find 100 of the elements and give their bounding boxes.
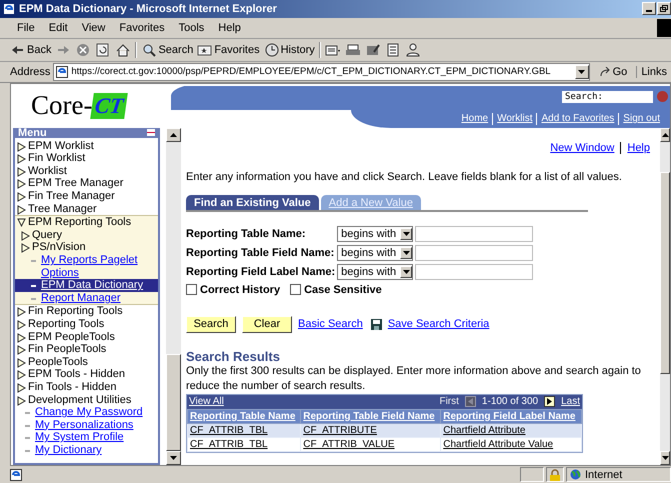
menu-folder[interactable]: Tree Manager <box>15 202 158 216</box>
go-button[interactable]: Go <box>592 66 634 78</box>
search-input[interactable] <box>415 264 534 280</box>
links-button[interactable]: Links <box>636 66 671 78</box>
scroll-down-button[interactable] <box>660 451 670 466</box>
menu-folder[interactable]: Fin Reporting Tools <box>15 305 158 318</box>
scroll-up-button[interactable] <box>660 128 670 142</box>
triangle-right-icon <box>21 230 30 241</box>
menu-title: Menu <box>18 128 47 138</box>
menu-folder[interactable]: Fin Worklist <box>15 152 158 165</box>
menu-item[interactable]: Favorites <box>112 22 172 34</box>
search-button[interactable]: Search <box>141 42 194 57</box>
basic-search-link[interactable]: Basic Search <box>298 318 363 330</box>
checkbox[interactable] <box>290 284 302 296</box>
menu-folder[interactable]: Fin Tree Manager <box>15 190 158 203</box>
search-field[interactable]: Search: <box>562 90 653 103</box>
header-link[interactable]: Home <box>457 113 492 124</box>
action-button[interactable]: Clear <box>242 316 292 333</box>
menu-folder[interactable]: Fin PeopleTools <box>15 343 158 356</box>
document-icon[interactable] <box>384 42 401 57</box>
column-header[interactable]: Reporting Table Field Name <box>300 409 441 424</box>
first-label: First <box>439 396 459 408</box>
triangle-right-icon <box>17 166 26 177</box>
menu-folder[interactable]: Worklist <box>15 164 158 178</box>
scroll-up-button[interactable] <box>166 128 181 142</box>
column-header[interactable]: Reporting Table Name <box>188 409 301 424</box>
menu-folder[interactable]: Fin Tools - Hidden <box>15 380 158 394</box>
checkbox-label: Correct History <box>200 284 280 296</box>
menu-link[interactable]: Change My Password <box>32 406 143 419</box>
menu-link[interactable]: My System Profile <box>32 431 124 444</box>
checkbox[interactable] <box>186 284 197 296</box>
menu-folder[interactable]: EPM Tools - Hidden <box>15 368 158 381</box>
action-button[interactable]: Search <box>186 316 236 333</box>
menu-folder[interactable]: Reporting Tools <box>15 318 158 331</box>
operator-dropdown[interactable]: begins with <box>337 226 414 242</box>
menu-folder[interactable]: Development Utilities <box>15 394 158 406</box>
menu-item[interactable]: Help <box>211 22 248 34</box>
menu-link[interactable]: My Dictionary <box>32 444 102 457</box>
up-arrow-icon <box>170 132 177 137</box>
menu-folder[interactable]: PS/nVision <box>15 241 158 254</box>
scroll-thumb[interactable] <box>660 172 670 374</box>
triangle-right-icon <box>17 192 26 202</box>
menu-folder[interactable]: EPM PeopleTools <box>15 330 158 344</box>
favorites-button[interactable]: Favorites <box>197 42 260 57</box>
menu-link[interactable]: My Personalizations <box>32 418 134 432</box>
triangle-right-icon <box>17 307 26 318</box>
menu-link[interactable]: My Reports Pagelet Options <box>38 254 158 280</box>
scrollbar[interactable] <box>166 128 181 466</box>
menu-item[interactable]: Edit <box>42 22 75 34</box>
edit-icon[interactable] <box>364 42 381 57</box>
search-input[interactable] <box>415 226 534 242</box>
menu-folder[interactable]: EPM Reporting Tools <box>15 216 158 229</box>
previous-button[interactable] <box>464 396 476 408</box>
page-link[interactable]: Help <box>627 142 650 154</box>
dropdown-arrow-icon <box>402 270 410 274</box>
page-icon <box>10 468 22 481</box>
menu-folder[interactable]: EPM Tree Manager <box>15 177 158 190</box>
restore-button[interactable] <box>657 2 671 16</box>
section-heading: Search Results <box>186 348 281 364</box>
menu-item[interactable]: File <box>10 22 42 34</box>
refresh-icon[interactable] <box>95 42 112 57</box>
clock-icon <box>264 42 280 57</box>
operator-dropdown[interactable]: begins with <box>337 244 414 261</box>
logo-badge: CT <box>90 92 128 119</box>
tab[interactable]: Find an Existing Value <box>186 194 319 210</box>
down-arrow-icon <box>170 456 177 460</box>
menu-folder[interactable]: Query <box>15 228 158 242</box>
history-button[interactable]: History <box>264 42 315 57</box>
back-button[interactable]: Back <box>10 42 52 57</box>
menu-item[interactable]: Tools <box>172 22 212 34</box>
last-link[interactable]: Last <box>561 396 580 408</box>
header-link[interactable]: Add to Favorites <box>537 113 618 124</box>
page-link[interactable]: New Window <box>550 142 614 154</box>
save-criteria-link[interactable]: Save Search Criteria <box>388 318 490 330</box>
menu-folder[interactable]: EPM Worklist <box>15 140 158 152</box>
menu-link[interactable]: Report Manager <box>38 292 120 304</box>
scrollbar[interactable] <box>660 128 670 466</box>
search-input[interactable] <box>415 244 534 261</box>
next-button[interactable] <box>544 396 556 408</box>
down-arrow-icon <box>662 456 668 460</box>
operator-dropdown[interactable]: begins with <box>337 264 414 280</box>
instructions-text: Enter any information you have and click Search. Leave fields blank for a list of all values. <box>186 170 623 183</box>
mail-icon[interactable] <box>324 42 341 57</box>
menu-item[interactable]: View <box>74 22 112 34</box>
column-header[interactable]: Reporting Field Label Name <box>440 409 582 424</box>
home-icon[interactable] <box>115 42 132 57</box>
restore-icon <box>660 5 668 12</box>
minimize-button[interactable] <box>642 2 656 16</box>
page-icon <box>56 66 68 78</box>
view-all-link[interactable]: View All <box>189 396 224 408</box>
scroll-down-button[interactable] <box>166 451 181 466</box>
address-field[interactable]: https://corect.ct.gov:10000/psp/PEPRD/EMPLOYEE/EPM/c/CT_EPM_DICTIONARY.CT_EPM_DICTIONARY.GBL <box>53 62 590 81</box>
dropdown-arrow-icon <box>402 232 410 236</box>
menu-folder[interactable]: PeopleTools <box>15 356 158 368</box>
header-link[interactable]: Sign out <box>619 113 664 124</box>
person-icon[interactable] <box>404 42 421 57</box>
collapse-icon[interactable] <box>147 129 155 136</box>
header-link[interactable]: Worklist <box>493 113 536 124</box>
printer-icon[interactable] <box>344 42 361 57</box>
scroll-thumb[interactable] <box>166 354 181 452</box>
